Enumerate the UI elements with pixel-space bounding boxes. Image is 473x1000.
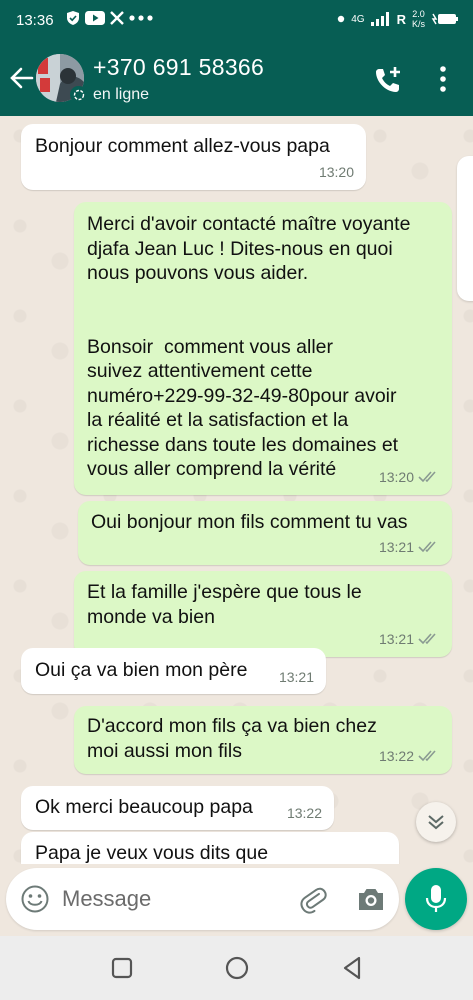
carrier-flag: R [396,11,406,27]
message-bubble[interactable]: Oui bonjour mon fils comment tu vas 13:2… [78,501,452,565]
message-time: 13:21 [378,630,414,647]
message-meta: 13:22 [287,801,322,826]
mic-icon [425,885,447,912]
mic-button[interactable] [405,868,467,930]
message-bubble[interactable]: Et la famille j'espère que tous le monde… [74,571,452,657]
youtube-icon [85,11,105,25]
message-meta: 13:21 [379,535,440,560]
message-bubble[interactable]: Bonjour comment allez-vous papa 13:20 [21,124,366,190]
shield-icon [67,11,79,25]
message-bubble[interactable]: Papa je veux vous dits que [21,832,399,864]
net-speed-unit: K/s [411,19,425,29]
battery-icon [431,13,458,25]
more-vert-icon[interactable] [430,64,456,94]
contact-name[interactable]: +370 691 58366 [93,54,264,81]
status-time: 13:36 [16,12,54,29]
attach-icon[interactable] [298,884,328,914]
status-notification-icons [66,10,153,26]
message-text: Papa je veux vous dits que [35,842,269,864]
message-meta: 13:21 [279,665,314,690]
status-system-icons: 4G R 2.0 K/s [337,9,459,29]
net-speed-value: 2.0 [412,9,425,19]
contact-status: en ligne [93,86,150,103]
message-bubble[interactable]: D'accord mon fils ça va bien chez moi au… [74,706,452,774]
message-text: Et la famille j'espère que tous le monde… [87,581,362,628]
overlay-edge [457,156,473,301]
message-text: Oui bonjour mon fils comment tu vas [91,511,408,533]
message-meta: 13:21 [379,627,440,652]
back-arrow-icon[interactable] [8,64,36,92]
camera-icon[interactable] [356,885,386,913]
message-bubble[interactable]: Ok merci beaucoup papa 13:22 [21,786,334,830]
back-icon[interactable] [338,954,366,982]
message-meta: 13:22 [379,744,440,769]
message-time: 13:22 [286,804,322,821]
double-check-icon [418,471,436,482]
message-meta: 13:20 [379,465,440,490]
dot-icon [338,15,345,23]
message-time: 13:21 [278,668,314,685]
message-bubble[interactable]: Merci d'avoir contacté maître voyante dj… [74,202,452,495]
message-meta: 13:20 [319,160,354,185]
message-time: 13:21 [378,538,414,555]
x-icon [110,11,124,25]
net-speed: 2.0 K/s [412,9,425,29]
message-list[interactable]: Bonjour comment allez-vous papa 13:20 Me… [0,116,473,864]
double-check-icon [418,541,436,552]
message-input[interactable] [62,876,282,922]
add-call-icon[interactable] [372,64,404,96]
message-bubble[interactable]: Oui ça va bien mon père 13:21 [21,648,326,694]
double-chevron-down-icon [428,815,444,830]
more-dots-icon [129,15,153,21]
status-ring-icon [70,86,87,103]
composer-bar [6,868,399,930]
chat-header: +370 691 58366 en ligne [0,42,473,116]
double-check-icon [418,750,436,761]
message-time: 13:20 [318,163,354,180]
status-bar: 13:36 4G R 2.0 K/s [0,0,473,42]
recent-apps-icon[interactable] [108,954,136,982]
double-check-icon [418,633,436,644]
system-nav-bar [0,936,473,1000]
emoji-icon[interactable] [20,884,50,914]
message-text: Ok merci beaucoup papa [35,796,253,818]
scroll-to-bottom-button[interactable] [416,802,456,842]
message-text: Merci d'avoir contacté maître voyante dj… [87,213,411,480]
network-type: 4G [351,13,365,25]
home-icon[interactable] [223,954,251,982]
message-text: Oui ça va bien mon père [35,659,248,681]
signal-icon [370,12,389,26]
message-text: Bonjour comment allez-vous papa [35,135,330,157]
message-time: 13:22 [378,747,414,764]
message-time: 13:20 [378,468,414,485]
